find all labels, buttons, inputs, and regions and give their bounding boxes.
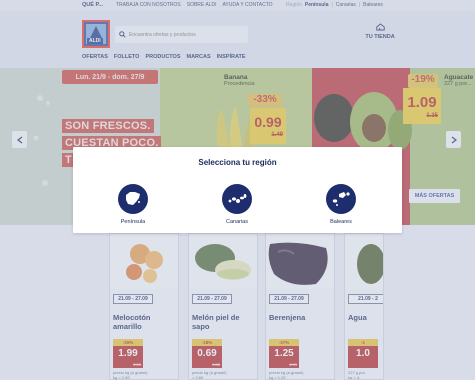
peninsula-map-icon [118,184,148,214]
region-option-peninsula[interactable]: Península [107,184,159,225]
canarias-map-icon [222,184,252,214]
region-label: Canarias [225,219,248,225]
region-option-baleares[interactable]: Baleares [315,184,367,225]
baleares-map-icon [326,184,356,214]
region-option-canarias[interactable]: Canarias [211,184,263,225]
region-label: Península [120,219,146,225]
region-label: Baleares [330,219,352,225]
region-select-modal: Selecciona tu región Península Canarias [73,147,402,233]
modal-title: Selecciona tu región [198,158,277,167]
